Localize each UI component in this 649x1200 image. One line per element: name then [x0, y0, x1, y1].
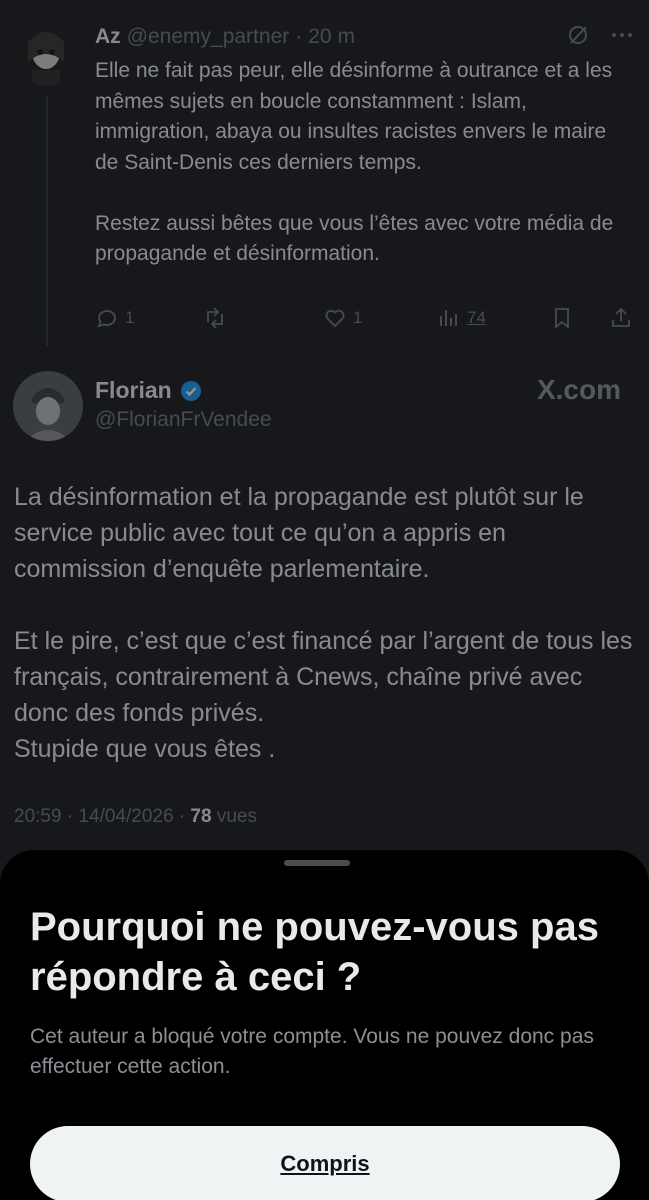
- action-bar: 1 1 74: [95, 306, 635, 336]
- view-count: 74: [467, 308, 486, 327]
- reply-tools: [567, 24, 633, 46]
- reply-icon: [95, 306, 119, 330]
- sheet-body: Cet auteur a bloqué votre compte. Vous n…: [30, 1025, 594, 1078]
- more-icon[interactable]: [611, 24, 633, 46]
- author-name-row: Florian: [95, 377, 202, 404]
- app: Az @enemy_partner · 20 m Elle ne fait pa…: [0, 0, 649, 1200]
- thread-line: [46, 96, 48, 346]
- x-watermark: X.com: [536, 374, 621, 405]
- views-button[interactable]: 74: [437, 306, 486, 330]
- reply-button[interactable]: 1: [95, 306, 134, 330]
- avatar[interactable]: [14, 22, 78, 86]
- verified-icon: [180, 380, 202, 402]
- views-label: vues: [211, 806, 257, 827]
- compris-button[interactable]: Compris: [30, 1126, 620, 1200]
- tweet-text: Elle ne fait pas peur, elle désinforme à…: [95, 59, 614, 265]
- share-button[interactable]: [609, 306, 633, 330]
- like-icon: [323, 306, 347, 330]
- author-handle[interactable]: @FlorianFrVendee: [95, 408, 272, 432]
- view-count: 78: [190, 806, 212, 827]
- reply-count: 1: [125, 308, 135, 327]
- sheet-title: Pourquoi ne pouvez-vous pas répondre à c…: [30, 905, 599, 999]
- reply-tweet[interactable]: Az @enemy_partner · 20 m Elle ne fait pa…: [0, 0, 649, 360]
- share-icon: [609, 306, 633, 330]
- views-icon: [437, 306, 461, 330]
- timestamp: 20:59 · 14/04/2026 ·: [14, 806, 191, 827]
- author-handle[interactable]: @enemy_partner: [127, 25, 290, 49]
- bottom-sheet: Pourquoi ne pouvez-vous pas répondre à c…: [0, 850, 649, 1200]
- bookmark-icon: [550, 306, 574, 330]
- grok-icon[interactable]: [567, 24, 589, 46]
- timestamp[interactable]: 20 m: [308, 25, 355, 49]
- like-count: 1: [353, 308, 363, 327]
- like-button[interactable]: 1: [323, 306, 362, 330]
- tweet-meta: 20:59 · 14/04/2026 · 78 vues: [14, 806, 257, 828]
- author-name[interactable]: Florian: [95, 377, 172, 404]
- author-name[interactable]: Az: [95, 25, 121, 49]
- separator: ·: [295, 25, 303, 48]
- avatar[interactable]: [13, 371, 83, 441]
- retweet-icon: [203, 306, 227, 330]
- retweet-button[interactable]: [203, 306, 227, 330]
- compris-button-label: Compris: [280, 1151, 370, 1176]
- sheet-grabber[interactable]: [284, 860, 350, 866]
- reply-header: Az @enemy_partner · 20 m: [95, 24, 355, 50]
- tweet-text: La désinformation et la propagande est p…: [14, 483, 633, 763]
- bookmark-button[interactable]: [550, 306, 574, 330]
